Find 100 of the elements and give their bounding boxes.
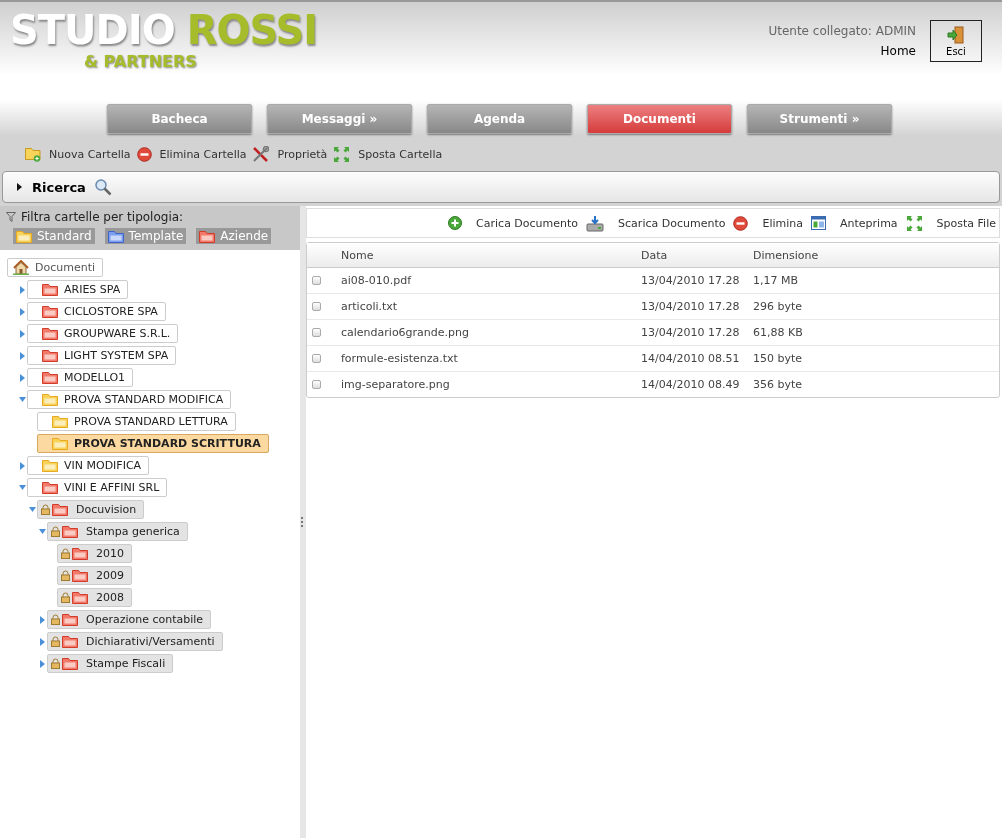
table-cell-text: 14/04/2010 08.51	[641, 352, 741, 365]
tools-icon	[252, 146, 270, 163]
row-checkbox[interactable]	[312, 276, 321, 285]
folder-icon	[42, 371, 58, 384]
folder-action-button[interactable]: Sposta Cartella	[333, 146, 443, 163]
folder-node[interactable]: Dichiarativi/Versamenti	[47, 632, 223, 651]
table-cell-text: img-separatore.png	[341, 378, 451, 391]
folder-node[interactable]: CICLOSTORE SPA	[27, 302, 166, 321]
lock-icon	[51, 526, 60, 537]
column-header[interactable]: Dimensione	[753, 248, 999, 262]
folder-node[interactable]: PROVA STANDARD MODIFICA	[27, 390, 232, 409]
lock-icon	[41, 504, 50, 515]
expanded-toggle-icon[interactable]	[18, 397, 26, 402]
lock-icon	[51, 614, 60, 625]
filter-icon	[6, 212, 16, 222]
folder-node[interactable]: Docuvision	[37, 500, 145, 519]
table-cell-text: ai08-010.pdf	[341, 274, 413, 287]
folder-node[interactable]: Operazione contabile	[47, 610, 212, 629]
caret-icon	[17, 183, 22, 191]
table-cell-text: articoli.txt	[341, 300, 399, 313]
logo-accent: ROSSI	[186, 8, 318, 52]
folder-icon	[62, 657, 78, 670]
folder-node[interactable]: MODELLO1	[27, 368, 134, 387]
folder-action-button[interactable]: Elimina Cartella	[136, 147, 247, 162]
file-action-button[interactable]: Scarica Documento	[586, 214, 726, 232]
folder-icon	[72, 547, 88, 560]
row-checkbox[interactable]	[312, 354, 321, 363]
folder-node[interactable]: LIGHT SYSTEM SPA	[27, 346, 177, 365]
table-cell-text: formule-esistenza.txt	[341, 352, 459, 365]
folder-node[interactable]: GROUPWARE S.R.L.	[27, 324, 179, 343]
filter-label: Filtra cartelle per tipologia:	[21, 210, 184, 224]
expanded-toggle-icon[interactable]	[28, 507, 36, 512]
folder-icon	[52, 437, 68, 450]
folder-node[interactable]: Stampa generica	[47, 522, 188, 541]
door-exit-icon	[947, 25, 965, 44]
preview-window-icon	[811, 216, 826, 230]
folder-icon	[42, 393, 58, 406]
table-cell-text: 150 byte	[753, 352, 804, 365]
folder-action-button[interactable]: Proprietà	[252, 146, 328, 163]
folder-node[interactable]: 2010	[57, 544, 132, 563]
folder-icon	[199, 229, 216, 243]
folder-node[interactable]: VINI E AFFINI SRL	[27, 478, 168, 497]
table-cell-text: 1,17 MB	[753, 274, 800, 287]
folder-node[interactable]: ARIES SPA	[27, 280, 129, 299]
table-cell-text: 296 byte	[753, 300, 804, 313]
file-action-button[interactable]: Sposta File	[905, 214, 996, 232]
collapsed-toggle-icon[interactable]	[19, 329, 25, 338]
collapsed-toggle-icon[interactable]	[39, 615, 45, 624]
expanded-toggle-icon[interactable]	[18, 485, 26, 490]
row-checkbox[interactable]	[312, 380, 321, 389]
folder-node[interactable]: PROVA STANDARD SCRITTURA	[37, 434, 269, 453]
column-header[interactable]: Data	[641, 248, 753, 262]
column-header[interactable]: Nome	[341, 248, 641, 262]
collapsed-toggle-icon[interactable]	[19, 461, 25, 470]
expanded-toggle-icon[interactable]	[38, 529, 46, 534]
folder-icon	[42, 459, 58, 472]
folder-icon	[42, 305, 58, 318]
collapsed-toggle-icon[interactable]	[19, 373, 25, 382]
file-action-button[interactable]: Carica Documento	[448, 216, 579, 230]
lock-icon	[51, 636, 60, 647]
folder-icon	[52, 415, 68, 428]
file-action-button[interactable]: Anteprima	[811, 216, 898, 230]
folder-node[interactable]: 2008	[57, 588, 132, 607]
folder-node[interactable]: PROVA STANDARD LETTURA	[37, 412, 236, 431]
table-cell-text: 13/04/2010 17.28	[641, 274, 741, 287]
folder-icon	[62, 613, 78, 626]
collapsed-toggle-icon[interactable]	[19, 307, 25, 316]
folder-node[interactable]: VIN MODIFICA	[27, 456, 150, 475]
folder-icon	[107, 229, 124, 243]
logged-user-label: Utente collegato: ADMIN	[768, 24, 916, 38]
folder-icon	[16, 229, 32, 243]
folder-icon	[42, 327, 58, 340]
add-icon	[448, 216, 463, 230]
folder-icon	[42, 283, 58, 296]
folder-action-button[interactable]: Nuova Cartella	[25, 147, 131, 162]
move-arrows-icon	[905, 214, 923, 232]
logout-button[interactable]: Esci	[930, 20, 982, 62]
folder-icon	[62, 635, 78, 648]
collapsed-toggle-icon[interactable]	[19, 285, 25, 294]
search-toggle[interactable]: Ricerca	[17, 179, 86, 195]
folder-node[interactable]: Stampe Fiscali	[47, 654, 174, 673]
delete-icon	[136, 147, 152, 162]
collapsed-toggle-icon[interactable]	[19, 351, 25, 360]
folder-icon	[62, 525, 78, 538]
file-action-button[interactable]: Elimina	[733, 215, 803, 231]
folder-icon	[72, 591, 88, 604]
move-arrows-icon	[333, 146, 351, 163]
folder-icon	[42, 481, 58, 494]
collapsed-toggle-icon[interactable]	[39, 659, 45, 668]
row-checkbox[interactable]	[312, 328, 321, 337]
home-link[interactable]: Home	[880, 44, 916, 58]
folder-icon	[52, 503, 68, 516]
tree-root-node[interactable]: Documenti	[7, 258, 104, 277]
row-checkbox[interactable]	[312, 302, 321, 311]
table-cell-text: 13/04/2010 17.28	[641, 300, 741, 313]
table-cell-text: calendario6grande.png	[341, 326, 470, 339]
nav-tab[interactable]: Documenti	[587, 104, 732, 134]
collapsed-toggle-icon[interactable]	[39, 637, 45, 646]
delete-icon	[733, 215, 749, 231]
folder-node[interactable]: 2009	[57, 566, 132, 585]
